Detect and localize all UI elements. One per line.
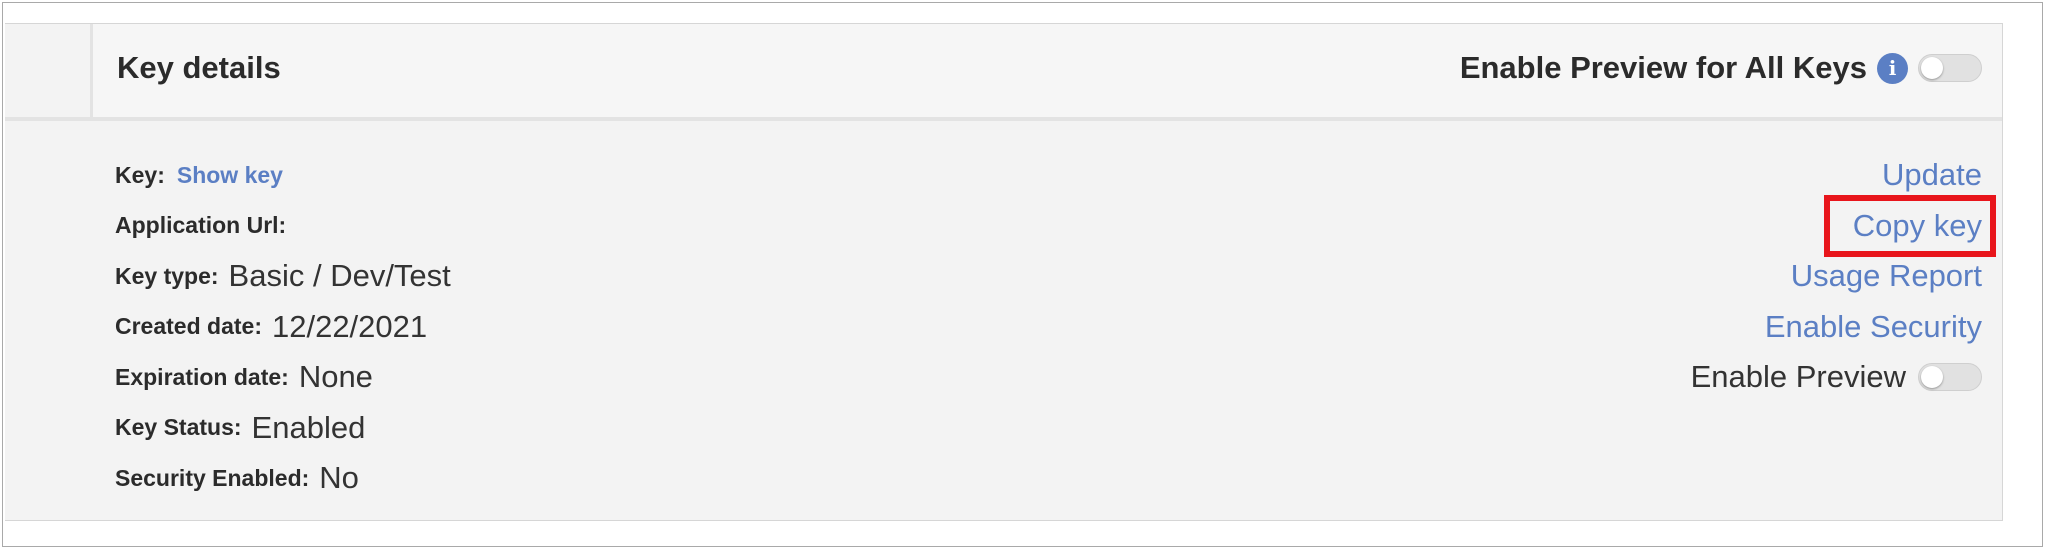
key-status-value: Enabled — [251, 409, 366, 445]
detail-row-application-url: Application Url: — [115, 201, 451, 252]
security-enabled-label: Security Enabled: — [115, 464, 310, 491]
toggle-knob — [1921, 57, 1943, 79]
detail-row-created-date: Created date: 12/22/2021 — [115, 302, 451, 353]
key-status-label: Key Status: — [115, 414, 242, 441]
key-type-label: Key type: — [115, 262, 219, 289]
usage-report-link[interactable]: Usage Report — [1691, 251, 1982, 302]
enable-preview-label: Enable Preview — [1690, 359, 1906, 395]
security-enabled-value: No — [319, 460, 359, 496]
update-link[interactable]: Update — [1691, 150, 1982, 201]
created-date-value: 12/22/2021 — [271, 308, 428, 344]
created-date-label: Created date: — [115, 313, 262, 340]
enable-preview-all-toggle[interactable] — [1918, 54, 1982, 82]
application-url-label: Application Url: — [115, 212, 287, 239]
enable-preview-toggle[interactable] — [1918, 363, 1982, 392]
toggle-knob — [1921, 366, 1943, 389]
detail-row-key-status: Key Status: Enabled — [115, 403, 451, 454]
key-label: Key: — [115, 161, 165, 188]
panel-title: Key details — [117, 50, 281, 85]
enable-preview-group: Enable Preview — [1691, 352, 1982, 403]
enable-preview-all-group: Enable Preview for All Keys i — [1460, 50, 1982, 86]
detail-row-security-enabled: Security Enabled: No — [115, 453, 451, 504]
enable-preview-all-label: Enable Preview for All Keys — [1459, 50, 1867, 85]
key-actions: Update Copy key Usage Report Enable Secu… — [1691, 150, 1997, 403]
info-icon[interactable]: i — [1877, 52, 1908, 84]
show-key-link[interactable]: Show key — [177, 162, 283, 189]
enable-security-link[interactable]: Enable Security — [1691, 302, 1982, 353]
key-type-value: Basic / Dev/Test — [228, 258, 451, 294]
detail-row-key-type: Key type: Basic / Dev/Test — [115, 251, 451, 302]
key-details-panel: Key details Enable Preview for All Keys … — [5, 23, 2003, 521]
header-left-column — [5, 24, 93, 117]
screenshot-frame: Key details Enable Preview for All Keys … — [2, 2, 2043, 547]
detail-row-expiration-date: Expiration date: None — [115, 352, 451, 403]
panel-header: Key details Enable Preview for All Keys … — [5, 24, 2002, 121]
detail-row-key: Key: Show key — [115, 150, 451, 201]
copy-key-link[interactable]: Copy key — [1691, 194, 1997, 256]
key-details-list: Key: Show key Application Url: Key type:… — [115, 150, 451, 504]
expiration-date-value: None — [298, 359, 373, 395]
expiration-date-label: Expiration date: — [115, 363, 289, 390]
